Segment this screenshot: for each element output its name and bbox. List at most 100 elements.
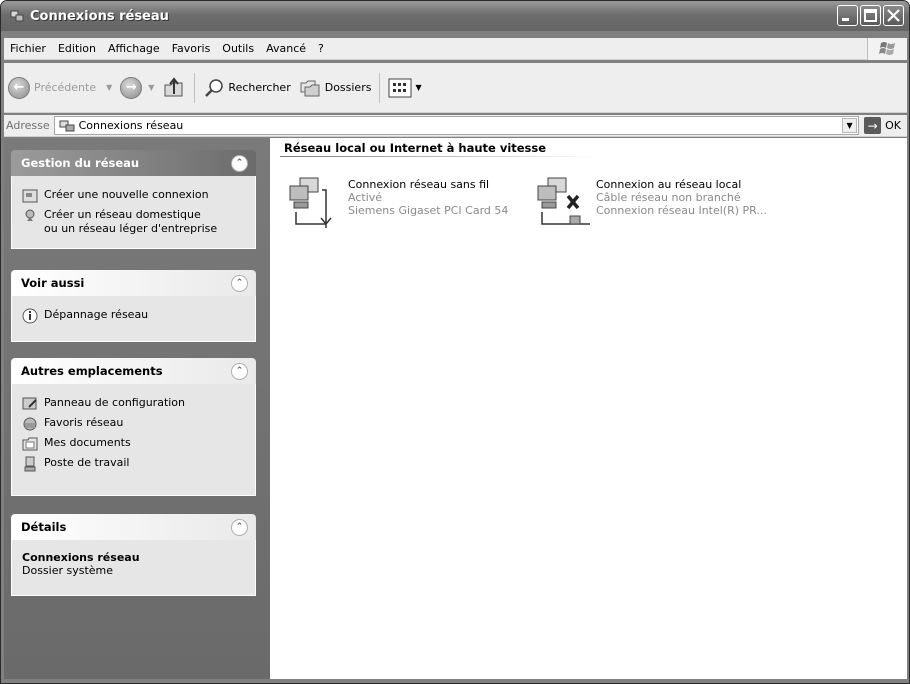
connection-status: Câble réseau non branché [596,191,741,204]
documents-folder-icon [22,437,38,451]
address-label: Adresse [6,119,50,132]
views-dropdown-icon: ▼ [415,83,422,92]
toolbar-separator [194,72,196,103]
link-label-line1: Créer un réseau domestique [44,208,201,221]
connection-name: Connexion réseau sans fil [348,178,490,191]
troubleshoot-link[interactable]: Dépannage réseau [22,308,245,324]
computer-icon [24,456,36,472]
my-computer-link[interactable]: Poste de travail [22,456,245,472]
chevron-down-icon: ▼ [846,121,853,130]
panel-header-other-places[interactable]: Autres emplacements ⌃ [11,358,256,384]
panel-body: Dépannage réseau [11,296,256,342]
menu-help[interactable]: ? [312,42,330,55]
link-label: Mes documents [44,436,131,449]
menu-affichage[interactable]: Affichage [102,42,166,55]
connection-device: Siemens Gigaset PCI Card 54 [348,204,509,217]
control-panel-icon [22,397,37,410]
folders-button[interactable]: Dossiers [295,68,376,108]
forward-button[interactable]: → ▼ [116,68,158,108]
network-connections-icon [10,10,24,22]
panel-title: Voir aussi [21,276,85,290]
details-type: Dossier système [22,564,114,577]
connection-name: Connexion au réseau local [596,178,742,191]
panel-header-see-also[interactable]: Voir aussi ⌃ [11,270,256,296]
panel-other-places: Autres emplacements ⌃ Panneau de configu… [11,358,256,496]
menu-favoris[interactable]: Favoris [166,42,217,55]
minimize-button[interactable] [837,5,858,26]
panel-network-tasks: Gestion du réseau ⌃ Créer une nouvelle c… [11,150,256,249]
menu-fichier[interactable]: Fichier [4,42,52,55]
window-title: Connexions réseau [30,8,169,24]
windows-flag-icon [878,42,895,55]
group-header: Réseau local ou Internet à haute vitesse [284,141,547,155]
back-button[interactable]: ← Précédente ▼ [4,68,116,108]
connection-device: Connexion réseau Intel(R) PR... [596,204,767,217]
close-icon [887,9,900,22]
toolbar-separator [379,72,381,103]
control-panel-link[interactable]: Panneau de configuration [22,396,245,412]
maximize-icon [864,9,877,22]
forward-dropdown-icon[interactable]: ▼ [148,83,154,92]
maximize-button[interactable] [860,5,881,26]
panel-header-details[interactable]: Détails ⌃ [11,514,256,540]
collapse-chevron-icon[interactable]: ⌃ [231,362,248,380]
toolbar: ← Précédente ▼ → ▼ Rechercher Dossiers ▼ [4,63,907,113]
details-name: Connexions réseau [22,551,140,564]
search-icon [205,78,224,97]
windows-logo [867,38,907,60]
menu-avance[interactable]: Avancé [260,42,312,55]
network-places-icon [23,417,37,431]
panel-body: Créer une nouvelle connexion Créer un ré… [11,176,256,249]
lan-connection-disconnected-icon [537,177,590,225]
collapse-chevron-icon[interactable]: ⌃ [231,518,248,536]
search-button[interactable]: Rechercher [199,68,294,108]
connection-status: Activé [348,191,383,204]
menu-bar: Fichier Edition Affichage Favoris Outils… [4,38,907,60]
network-places-link[interactable]: Favoris réseau [22,416,245,432]
link-label: Poste de travail [44,456,130,469]
address-bar: Adresse Connexions réseau ▼ → OK [4,115,907,137]
collapse-chevron-icon[interactable]: ⌃ [231,274,248,292]
new-connection-icon [22,189,38,203]
my-documents-link[interactable]: Mes documents [22,436,245,452]
collapse-chevron-icon[interactable]: ⌃ [231,154,248,172]
link-label: Créer une nouvelle connexion [44,188,209,201]
views-button[interactable]: ▼ [384,68,425,108]
create-connection-link[interactable]: Créer une nouvelle connexion [22,188,245,204]
info-icon [22,308,38,324]
panel-body: Connexions réseau Dossier système [11,540,256,596]
panel-title: Autres emplacements [21,364,163,378]
search-label: Rechercher [228,81,291,94]
address-dropdown-button[interactable]: ▼ [842,118,858,133]
link-label: Créer un réseau domestique ou un réseau l… [44,208,217,236]
content-pane: Réseau local ou Internet à haute vitesse… [270,138,907,679]
create-home-network-link[interactable]: Créer un réseau domestique ou un réseau l… [22,208,245,236]
panel-body: Panneau de configuration Favoris réseau … [11,384,256,496]
network-connections-icon [59,120,75,131]
forward-arrow-icon: → [120,76,143,99]
lan-connection-item[interactable]: Connexion au réseau local Câble réseau n… [534,172,767,232]
up-folder-button[interactable] [158,68,190,108]
close-button[interactable] [883,5,904,26]
back-dropdown-icon[interactable]: ▼ [106,83,112,92]
panel-details: Détails ⌃ Connexions réseau Dossier syst… [11,514,256,596]
back-arrow-icon: ← [8,76,30,99]
menu-edition[interactable]: Edition [52,42,102,55]
link-label: Dépannage réseau [44,308,149,321]
panel-title: Détails [21,520,67,534]
minimize-icon [842,18,849,21]
link-label: Panneau de configuration [44,396,186,409]
panel-title: Gestion du réseau [21,156,140,170]
home-network-icon [25,209,35,221]
group-divider [280,156,600,157]
title-bar[interactable]: Connexions réseau [1,1,909,31]
go-button[interactable]: → OK [859,117,907,134]
address-field[interactable]: Connexions réseau ▼ [53,116,860,135]
wireless-connection-item[interactable]: Connexion réseau sans fil Activé Siemens… [286,172,508,232]
task-pane: Gestion du réseau ⌃ Créer une nouvelle c… [4,138,270,679]
menu-outils[interactable]: Outils [216,42,260,55]
panel-header-network-tasks[interactable]: Gestion du réseau ⌃ [11,150,256,176]
folders-label: Dossiers [324,81,372,94]
back-label: Précédente [34,81,97,94]
address-value: Connexions réseau [78,119,184,132]
